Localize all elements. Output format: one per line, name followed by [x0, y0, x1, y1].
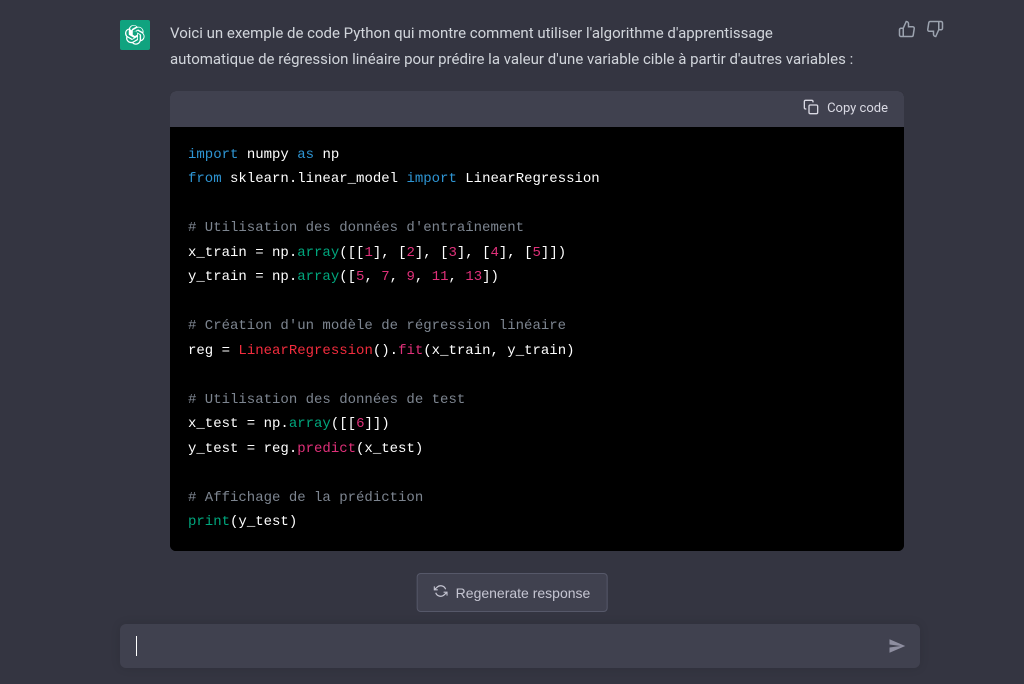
code-block: Copy code import numpy as np from sklear…	[170, 91, 904, 551]
feedback-buttons	[898, 20, 944, 42]
send-button[interactable]	[888, 637, 906, 655]
assistant-message-row: Voici un exemple de code Python qui mont…	[0, 0, 1024, 561]
openai-logo-icon	[125, 25, 145, 45]
chat-input[interactable]	[137, 638, 888, 655]
message-content: Voici un exemple de code Python qui mont…	[170, 20, 904, 561]
regenerate-button[interactable]: Regenerate response	[417, 573, 608, 612]
thumbs-down-icon[interactable]	[926, 20, 944, 42]
refresh-icon	[434, 584, 448, 601]
send-icon	[888, 637, 906, 655]
assistant-avatar	[120, 20, 150, 50]
copy-code-label: Copy code	[827, 101, 888, 116]
assistant-text: Voici un exemple de code Python qui mont…	[170, 20, 904, 73]
chat-input-bar[interactable]	[120, 624, 920, 668]
code-header: Copy code	[170, 91, 904, 127]
copy-code-button[interactable]: Copy code	[803, 99, 888, 119]
thumbs-up-icon[interactable]	[898, 20, 916, 42]
regenerate-label: Regenerate response	[456, 585, 591, 601]
clipboard-icon	[803, 99, 819, 119]
code-content: import numpy as np from sklearn.linear_m…	[170, 127, 904, 551]
